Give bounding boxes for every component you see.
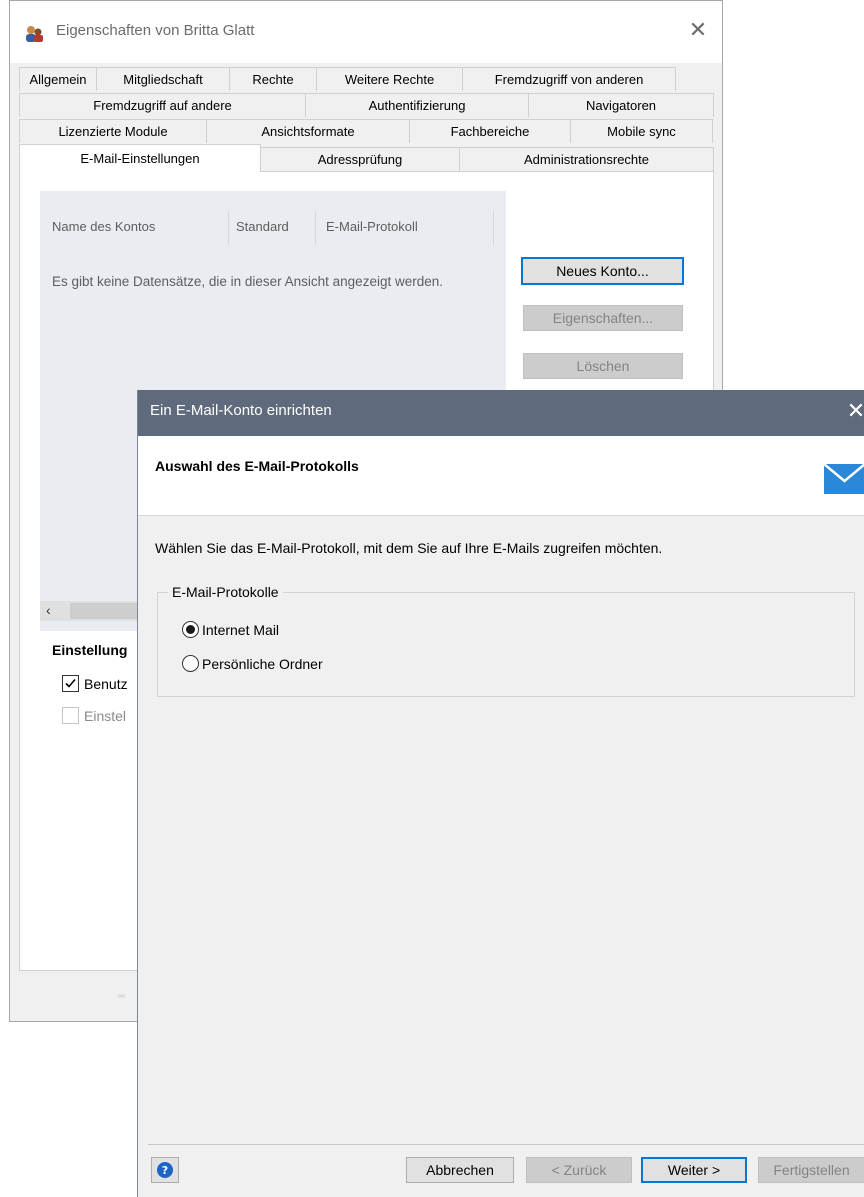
checkbox-1[interactable]: [62, 675, 79, 692]
new-account-button[interactable]: Neues Konto...: [521, 257, 684, 285]
tab-row-1: Allgemein Mitgliedschaft Rechte Weitere …: [19, 67, 676, 91]
help-icon: ?: [157, 1162, 173, 1178]
dialog-close-icon[interactable]: ✕: [844, 399, 864, 423]
tab-fremdzugriff-auf-andere[interactable]: Fremdzugriff auf andere: [19, 93, 306, 117]
empty-list-message: Es gibt keine Datensätze, die in dieser …: [52, 274, 443, 289]
tab-mitgliedschaft[interactable]: Mitgliedschaft: [96, 67, 230, 91]
radio-button-selected[interactable]: [182, 621, 199, 638]
dialog-header-title: Auswahl des E-Mail-Protokolls: [155, 458, 359, 474]
finish-button[interactable]: Fertigstellen: [758, 1157, 864, 1183]
user-properties-icon: [26, 26, 43, 42]
checkbox-row-2[interactable]: Einstel: [62, 707, 126, 724]
tab-navigatoren[interactable]: Navigatoren: [528, 93, 714, 117]
tab-authentifizierung[interactable]: Authentifizierung: [305, 93, 529, 117]
tab-ansichtsformate[interactable]: Ansichtsformate: [206, 119, 410, 143]
footer-divider: [148, 1144, 864, 1145]
settings-section-label: Einstellung: [52, 642, 128, 658]
checkmark-icon: [65, 678, 76, 688]
radio-internet-mail[interactable]: Internet Mail: [182, 621, 279, 638]
tab-weitere-rechte[interactable]: Weitere Rechte: [316, 67, 463, 91]
tab-allgemein[interactable]: Allgemein: [19, 67, 97, 91]
column-divider[interactable]: [315, 211, 316, 245]
column-header-name[interactable]: Name des Kontos: [52, 219, 155, 251]
radio-internet-mail-label: Internet Mail: [202, 621, 280, 638]
tab-row-2: Fremdzugriff auf andere Authentifizierun…: [19, 93, 714, 117]
back-button[interactable]: < Zurück: [526, 1157, 632, 1183]
tab-mobile-sync[interactable]: Mobile sync: [570, 119, 713, 143]
close-icon[interactable]: ✕: [686, 19, 710, 43]
resize-grip: ═: [118, 991, 126, 1002]
radio-personal-folders[interactable]: Persönliche Ordner: [182, 655, 323, 672]
tab-lizenzierte-module[interactable]: Lizenzierte Module: [19, 119, 207, 143]
next-button[interactable]: Weiter >: [641, 1157, 747, 1183]
protocol-group-label: E-Mail-Protokolle: [168, 584, 283, 600]
tab-administrationsrechte[interactable]: Administrationsrechte: [459, 147, 714, 171]
tab-fachbereiche[interactable]: Fachbereiche: [409, 119, 571, 143]
radio-button[interactable]: [182, 655, 199, 672]
protocol-groupbox: E-Mail-Protokolle Internet Mail Persönli…: [157, 584, 855, 697]
properties-titlebar: Eigenschaften von Britta Glatt ✕: [10, 1, 722, 63]
radio-personal-folders-label: Persönliche Ordner: [202, 655, 323, 672]
checkbox-2-label: Einstel: [84, 707, 127, 724]
cancel-button[interactable]: Abbrechen: [406, 1157, 514, 1183]
tab-adresspruefung[interactable]: Adressprüfung: [260, 147, 460, 171]
column-header-protocol[interactable]: E-Mail-Protokoll: [326, 219, 418, 251]
checkbox-row-1[interactable]: Benutz: [62, 675, 128, 692]
help-button[interactable]: ?: [151, 1157, 179, 1183]
dialog-titlebar: Ein E-Mail-Konto einrichten ✕: [138, 390, 864, 436]
scroll-left-icon[interactable]: ‹: [46, 602, 51, 618]
tab-email-einstellungen[interactable]: E-Mail-Einstellungen: [19, 144, 261, 172]
setup-email-dialog: Ein E-Mail-Konto einrichten ✕ Auswahl de…: [137, 390, 864, 1197]
tab-row-4: E-Mail-Einstellungen Adressprüfung Admin…: [19, 144, 714, 172]
tab-rechte[interactable]: Rechte: [229, 67, 317, 91]
mail-envelope-icon: [824, 464, 864, 494]
checkbox-2[interactable]: [62, 707, 79, 724]
column-header-standard[interactable]: Standard: [236, 219, 289, 251]
tab-row-3: Lizenzierte Module Ansichtsformate Fachb…: [19, 119, 713, 143]
column-divider[interactable]: [493, 211, 494, 245]
account-properties-button[interactable]: Eigenschaften...: [523, 305, 683, 331]
tab-fremdzugriff-von-anderen[interactable]: Fremdzugriff von anderen: [462, 67, 676, 91]
dialog-header: Auswahl des E-Mail-Protokolls: [138, 436, 864, 516]
properties-window-title: Eigenschaften von Britta Glatt: [56, 22, 255, 39]
column-divider[interactable]: [228, 211, 229, 245]
dialog-title: Ein E-Mail-Konto einrichten: [150, 402, 332, 419]
checkbox-1-label: Benutz: [84, 675, 128, 692]
delete-account-button[interactable]: Löschen: [523, 353, 683, 379]
dialog-description: Wählen Sie das E-Mail-Protokoll, mit dem…: [155, 540, 663, 556]
